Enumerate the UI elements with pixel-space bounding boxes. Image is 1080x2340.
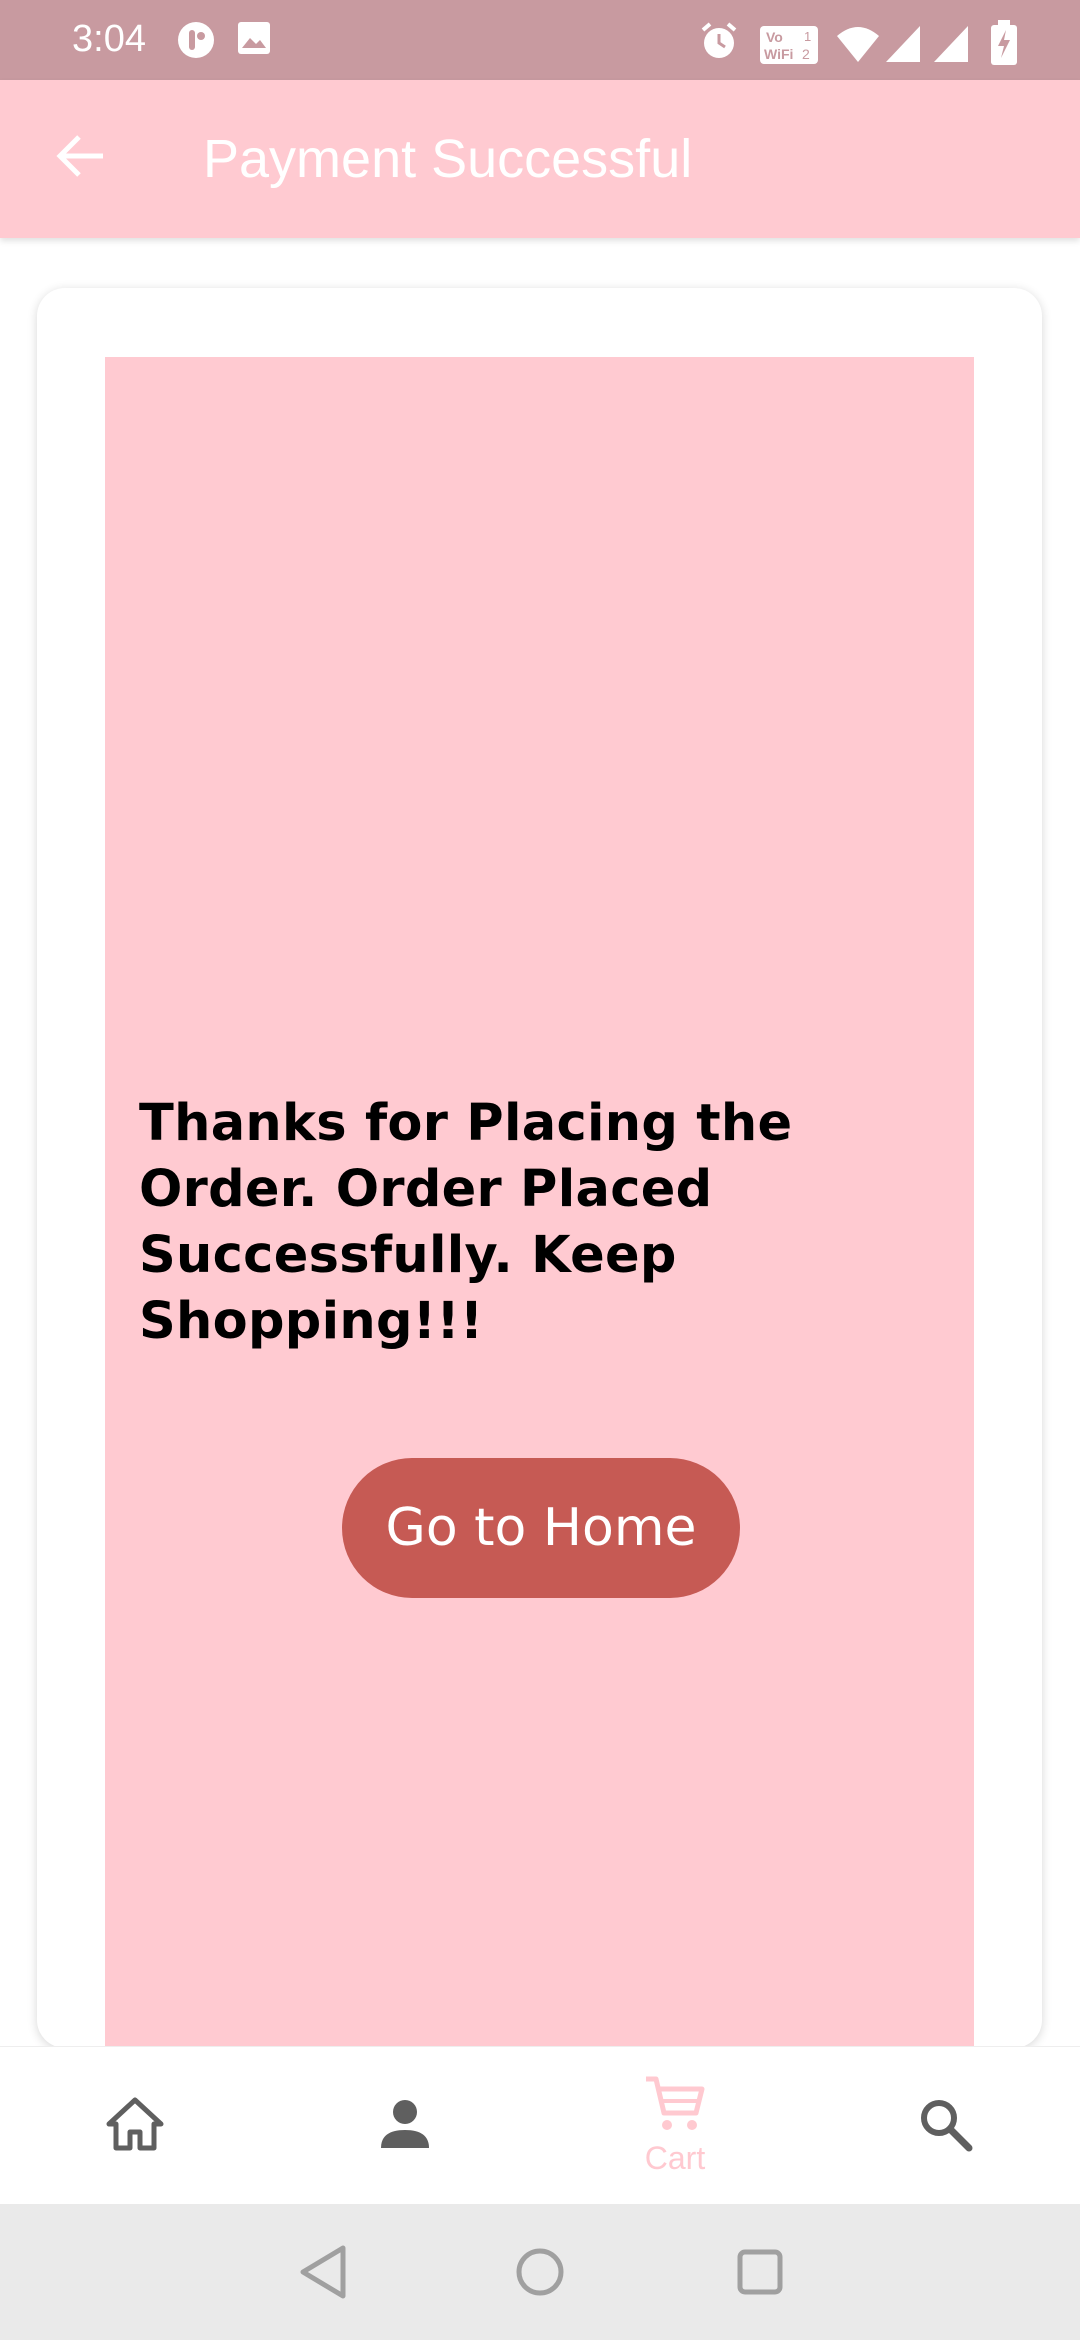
recents-square-icon[interactable] [732, 2242, 788, 2307]
wifi-icon [835, 24, 881, 69]
nav-item-home[interactable] [0, 2047, 270, 2205]
nav-label-cart: Cart [644, 2140, 706, 2176]
svg-text:2: 2 [802, 46, 810, 62]
person-icon [377, 2096, 433, 2157]
vowifi-icon: Vo WiFi 2 1 [760, 26, 818, 69]
signal-icon [932, 24, 970, 69]
success-panel: Thanks for Placing the Order. Order Plac… [105, 357, 974, 2048]
success-message: Thanks for Placing the Order. Order Plac… [139, 1094, 793, 1351]
search-icon [917, 2096, 973, 2157]
home-icon [105, 2096, 165, 2157]
app-bar: Payment Successful [0, 80, 1080, 238]
image-notification-icon [236, 20, 272, 61]
alarm-icon [698, 20, 740, 67]
nav-item-cart[interactable]: Cart [540, 2047, 810, 2205]
bottom-navigation: Cart [0, 2046, 1080, 2205]
svg-text:1: 1 [804, 29, 811, 44]
back-triangle-icon[interactable] [295, 2242, 351, 2307]
battery-charging-icon [990, 20, 1018, 71]
signal-icon [884, 24, 922, 69]
svg-text:Vo: Vo [766, 29, 783, 45]
home-circle-icon[interactable] [512, 2242, 568, 2307]
system-nav-bar [0, 2204, 1080, 2340]
nav-item-profile[interactable] [270, 2047, 540, 2205]
go-to-home-button[interactable]: Go to Home [342, 1458, 740, 1598]
app-notification-icon [176, 20, 216, 65]
status-bar: 3:04 Vo WiFi 2 1 [0, 0, 1080, 80]
back-arrow-icon [55, 133, 105, 184]
nav-item-search[interactable] [810, 2047, 1080, 2205]
cart-icon [644, 2075, 706, 2138]
back-button[interactable] [40, 118, 120, 198]
svg-text:WiFi: WiFi [764, 46, 793, 62]
page-title: Payment Successful [203, 129, 693, 189]
success-card: Thanks for Placing the Order. Order Plac… [37, 288, 1042, 2048]
status-time: 3:04 [72, 18, 146, 60]
